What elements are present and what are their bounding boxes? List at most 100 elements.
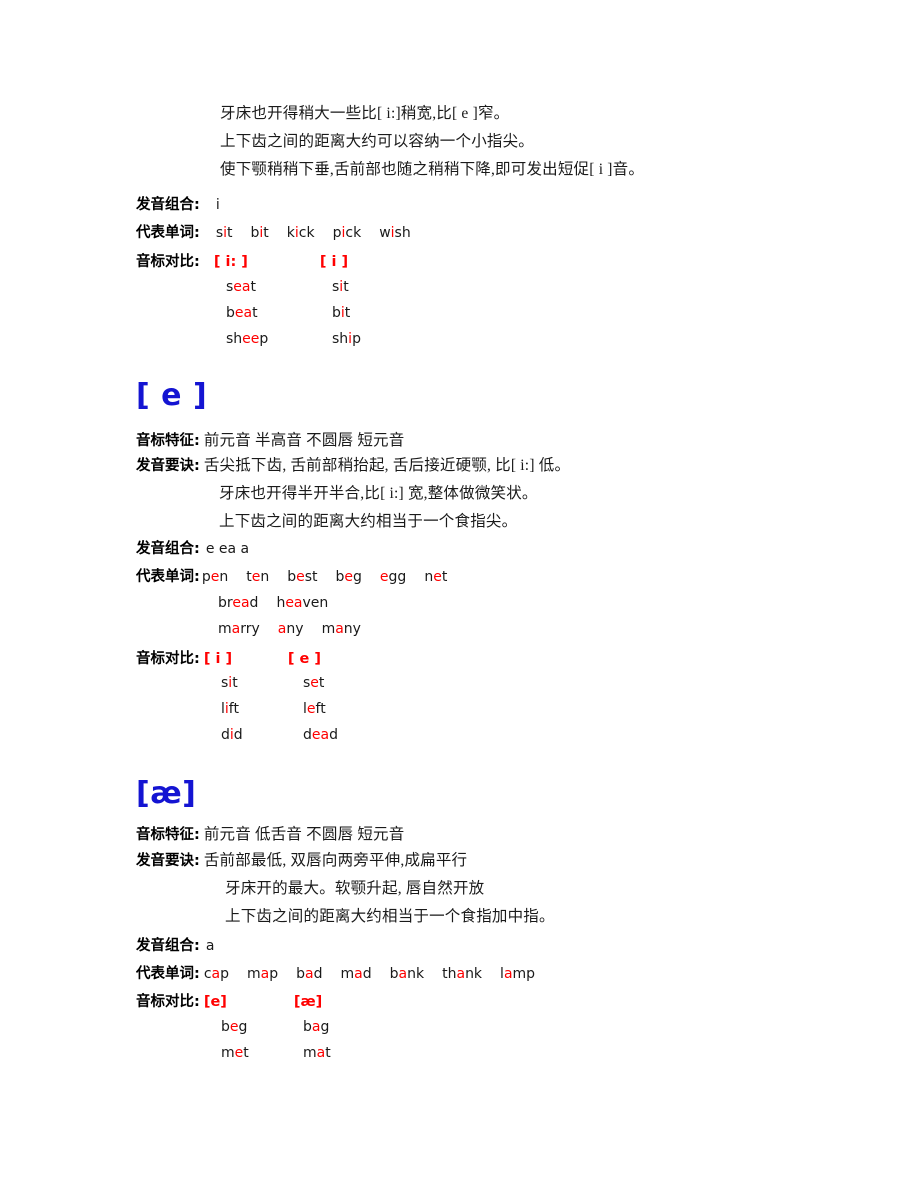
highlighted-vowel: a (316, 1045, 326, 1061)
example-word: bank (389, 966, 425, 982)
tip-label: 发音要诀: (136, 458, 200, 474)
section-e-heading: [ e ] (136, 378, 208, 413)
highlighted-vowel: i (294, 225, 299, 241)
compare-word-a: beat (226, 305, 258, 321)
compare-word-b: dead (303, 727, 338, 743)
example-word: lamp (500, 966, 536, 982)
prose-line: 上下齿之间的距离大约可以容纳一个小指尖。 (220, 133, 535, 150)
compare-head-b: [ i ] (319, 254, 349, 270)
compare-row: met mat (221, 1040, 331, 1066)
tip-line: 舌尖抵下齿, 舌前部稍抬起, 舌后接近硬颚, 比[ i:] 低。 (203, 457, 571, 474)
prose-line: 使下颚稍稍下垂,舌前部也随之稍稍下降,即可发出短促[ i ]音。 (220, 161, 645, 178)
highlighted-vowel: a (277, 621, 287, 637)
highlighted-vowel: i (224, 701, 229, 717)
compare-label: 音标对比: (136, 254, 200, 270)
section-i-compare-rows: seat sit beat bit sheep ship (226, 274, 361, 352)
example-word: kick (286, 225, 315, 241)
compare-row: seat sit (226, 274, 361, 300)
section-ae-feature-row: 音标特征: 前元音 低舌音 不圆唇 短元音 (136, 821, 404, 849)
example-word: any (277, 621, 304, 637)
highlighted-vowel: e (433, 569, 442, 585)
highlighted-vowel: i (340, 305, 345, 321)
highlighted-vowel: a (398, 966, 408, 982)
words-label: 代表单词: (136, 225, 200, 241)
highlighted-vowel: e (310, 675, 319, 691)
section-ae-compare-label-row: 音标对比: [e] [æ] (136, 988, 322, 1016)
feature-value: 前元音 半高音 不圆唇 短元音 (203, 432, 405, 449)
example-word: bit (250, 225, 269, 241)
section-e-combination-row: 发音组合: e ea a (136, 535, 249, 563)
example-word: marry (218, 621, 260, 637)
example-word: net (424, 569, 448, 585)
highlighted-vowel: a (311, 1019, 321, 1035)
words-label: 代表单词: (136, 569, 200, 585)
feature-label: 音标特征: (136, 827, 200, 843)
highlighted-vowel: a (456, 966, 466, 982)
document-page: 牙床也开得稍大一些比[ i:]稍宽,比[ e ]窄。 上下齿之间的距离大约可以容… (0, 0, 920, 1191)
highlighted-vowel: a (231, 621, 241, 637)
section-ae-tip-row: 发音要诀: 舌前部最低, 双唇向两旁平伸,成扁平行 (136, 847, 467, 875)
highlighted-vowel: e (296, 569, 305, 585)
compare-head-a: [ i: ] (213, 254, 248, 270)
highlighted-vowel: e (251, 569, 261, 585)
compare-label: 音标对比: (136, 651, 200, 667)
highlighted-vowel: e (229, 1019, 239, 1035)
example-word: bad (296, 966, 323, 982)
highlighted-vowel: e (306, 701, 316, 717)
highlighted-vowel: i (390, 225, 395, 241)
word-list: cap map bad mad bank thank lamp (204, 960, 535, 988)
prose-line: 牙床也开得稍大一些比[ i:]稍宽,比[ e ]窄。 (220, 105, 510, 122)
highlighted-vowel: ea (285, 595, 303, 611)
example-word: thank (442, 966, 483, 982)
section-i-prose: 牙床也开得稍大一些比[ i:]稍宽,比[ e ]窄。 上下齿之间的距离大约可以容… (220, 100, 644, 184)
word-list: sit bit kick pick wish (216, 219, 411, 247)
combination-value: i (215, 197, 220, 213)
highlighted-vowel: ea (234, 305, 253, 321)
highlighted-vowel: a (211, 966, 221, 982)
word-list: pen ten best beg egg net (202, 563, 448, 591)
example-word: many (321, 621, 361, 637)
section-i-combination-row: 发音组合: i (136, 191, 220, 219)
highlighted-vowel: i (228, 675, 233, 691)
word-list: bread heaven (218, 589, 328, 617)
highlighted-vowel: e (379, 569, 389, 585)
example-word: map (247, 966, 279, 982)
combination-value: a (205, 938, 215, 954)
compare-head-b: [æ] (293, 994, 323, 1010)
example-word: pick (332, 225, 362, 241)
compare-word-b: mat (303, 1045, 331, 1061)
example-word: beg (335, 569, 362, 585)
highlighted-vowel: i (341, 225, 346, 241)
highlighted-vowel: i (348, 331, 353, 347)
highlighted-vowel: a (260, 966, 270, 982)
highlighted-vowel: a (354, 966, 363, 982)
highlighted-vowel: a (305, 966, 314, 982)
example-word: best (287, 569, 318, 585)
highlighted-vowel: ea (311, 727, 330, 743)
section-i-words-row: 代表单词: sit bit kick pick wish (136, 219, 411, 247)
combination-label: 发音组合: (136, 197, 200, 213)
feature-value: 前元音 低舌音 不圆唇 短元音 (203, 826, 405, 843)
section-e-compare-rows: sit set lift left did dead (221, 670, 338, 748)
tip-line: 牙床开的最大。软颚升起, 唇自然开放 (225, 880, 485, 897)
compare-label: 音标对比: (136, 994, 200, 1010)
example-word: bread (218, 595, 259, 611)
compare-word-a: sit (221, 675, 238, 691)
section-e-words-row: 代表单词: pen ten best beg egg net (136, 563, 447, 591)
example-word: mad (340, 966, 372, 982)
compare-word-a: lift (221, 701, 239, 717)
compare-row: sit set (221, 670, 338, 696)
words-label: 代表单词: (136, 966, 200, 982)
word-list: marry any many (218, 615, 361, 643)
compare-word-a: did (221, 727, 243, 743)
compare-word-b: ship (332, 331, 361, 347)
compare-word-a: sheep (226, 331, 269, 347)
section-e-tip-row: 发音要诀: 舌尖抵下齿, 舌前部稍抬起, 舌后接近硬颚, 比[ i:] 低。 (136, 452, 570, 480)
compare-head-b: [ e ] (287, 651, 321, 667)
feature-label: 音标特征: (136, 433, 200, 449)
example-word: cap (203, 966, 229, 982)
compare-word-b: set (303, 675, 325, 691)
compare-head-a: [ i ] (203, 651, 233, 667)
example-word: egg (379, 569, 407, 585)
compare-word-b: left (303, 701, 326, 717)
